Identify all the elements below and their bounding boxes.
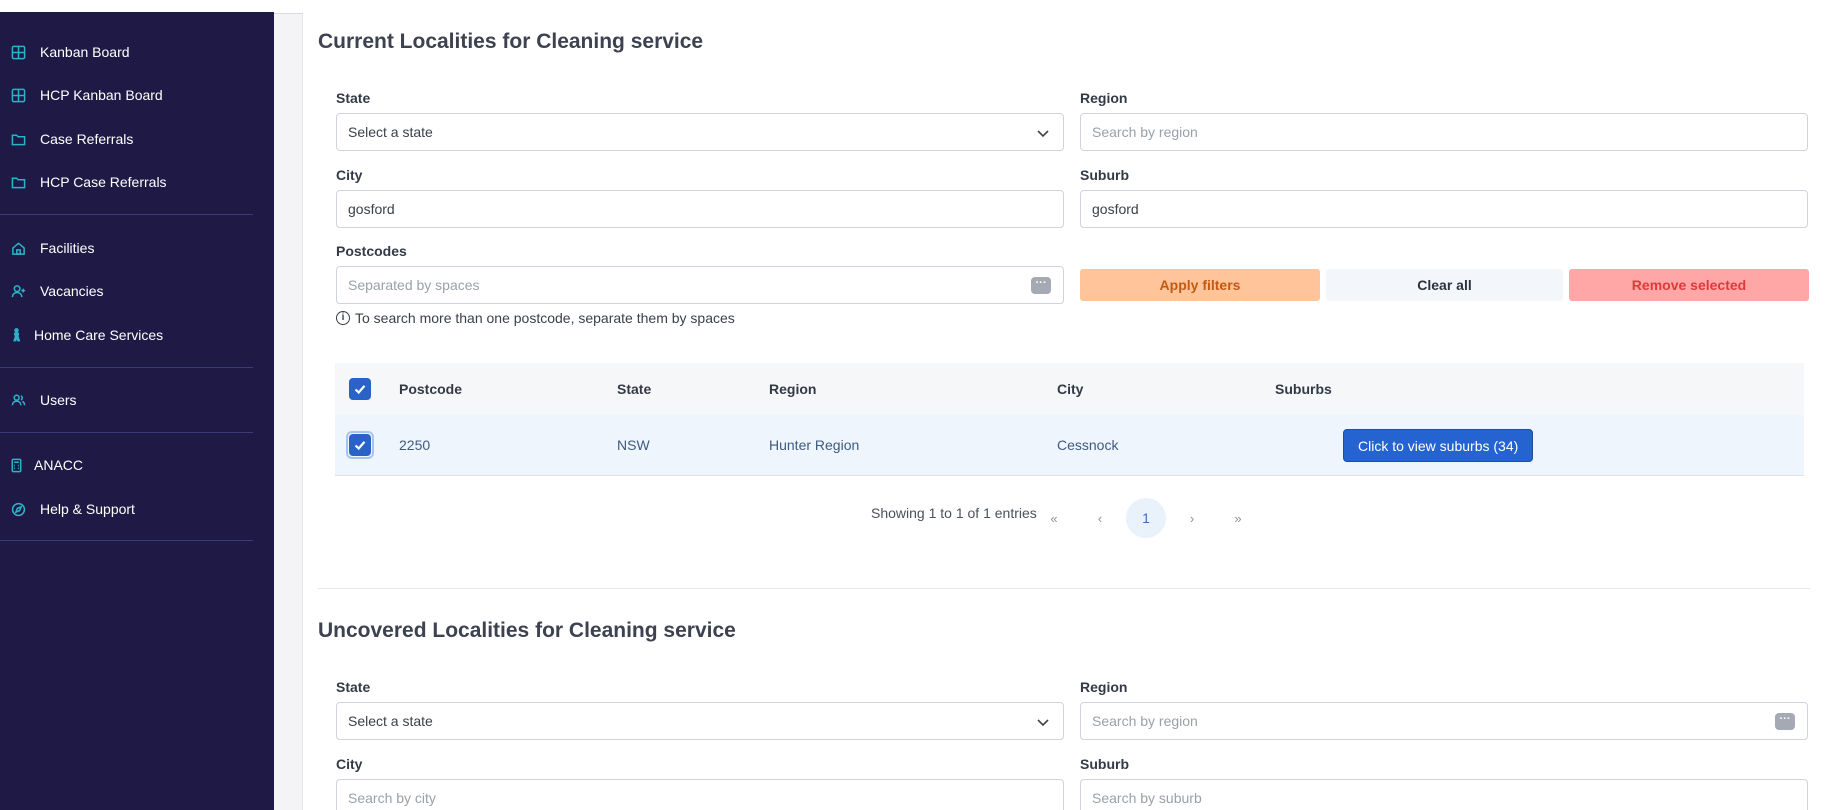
postcodes-input-wrapper: ··· <box>336 266 1064 304</box>
uncovered-section-title: Uncovered Localities for Cleaning servic… <box>318 619 736 642</box>
sidebar-divider <box>0 432 253 433</box>
last-page-button[interactable]: » <box>1218 498 1258 538</box>
sidebar-top-strip <box>0 0 274 12</box>
sidebar-item-label: Users <box>40 392 77 408</box>
main-content: Current Localities for Cleaning service … <box>274 0 1837 810</box>
sidebar-item-label: ANACC <box>34 457 84 473</box>
sidebar-item-facilities[interactable]: Facilities <box>0 230 94 266</box>
sidebar-item-vacancies[interactable]: Vacancies <box>0 273 104 309</box>
column-header-postcode[interactable]: Postcode <box>399 381 462 397</box>
row-checkbox[interactable] <box>349 434 371 456</box>
uncovered-state-select-value: Select a state <box>348 713 433 729</box>
sidebar-item-case-referrals[interactable]: Case Referrals <box>0 121 133 157</box>
cell-state: NSW <box>617 437 650 453</box>
state-select-value: Select a state <box>348 124 433 140</box>
uncovered-suburb-input[interactable] <box>1092 790 1807 806</box>
info-icon: i <box>336 311 350 325</box>
sidebar-item-label: Help & Support <box>40 501 135 517</box>
prev-page-button[interactable]: ‹ <box>1080 498 1120 538</box>
more-icon[interactable]: ··· <box>1775 713 1795 730</box>
uncovered-city-input[interactable] <box>348 790 1063 806</box>
sidebar-item-hcp-kanban-board[interactable]: HCP Kanban Board <box>0 77 163 113</box>
state-select[interactable]: Select a state <box>336 113 1064 151</box>
uncovered-state-select[interactable]: Select a state <box>336 702 1064 740</box>
more-icon[interactable]: ··· <box>1031 277 1051 294</box>
home-icon <box>10 240 26 256</box>
sidebar-item-label: Kanban Board <box>40 44 130 60</box>
user-add-icon <box>10 283 26 299</box>
sidebar-item-label: HCP Kanban Board <box>40 87 163 103</box>
suburb-input[interactable] <box>1092 201 1807 217</box>
clear-all-button[interactable]: Clear all <box>1326 269 1563 301</box>
sidebar-item-users[interactable]: Users <box>0 382 77 418</box>
city-input[interactable] <box>348 201 1063 217</box>
sidebar-divider <box>0 367 253 368</box>
grid-icon <box>10 87 26 103</box>
sidebar-item-label: Facilities <box>40 240 95 256</box>
city-label: City <box>336 167 363 183</box>
chevron-down-icon <box>1035 714 1051 730</box>
sidebar-item-label: Home Care Services <box>34 327 164 343</box>
cell-postcode: 2250 <box>399 437 431 453</box>
page-button-1[interactable]: 1 <box>1126 498 1166 538</box>
uncovered-city-input-wrapper <box>336 779 1064 810</box>
sidebar-item-hcp-case-referrals[interactable]: HCP Case Referrals <box>0 164 167 200</box>
calculator-icon <box>8 457 24 473</box>
sidebar-item-anacc[interactable]: ANACC <box>0 447 83 483</box>
suburb-label: Suburb <box>1080 167 1129 183</box>
uncovered-state-label: State <box>336 679 371 695</box>
region-input-wrapper <box>1080 113 1808 151</box>
sidebar: Kanban Board HCP Kanban Board Case Refer… <box>0 0 274 810</box>
postcodes-label: Postcodes <box>336 243 407 259</box>
uncovered-region-input-wrapper: ··· <box>1080 702 1808 740</box>
localities-panel: Current Localities for Cleaning service … <box>302 12 1837 810</box>
current-section-title: Current Localities for Cleaning service <box>318 30 704 53</box>
pagination-info: Showing 1 to 1 of 1 entries <box>871 505 1037 521</box>
chevron-down-icon <box>1035 125 1051 141</box>
postcode-hint-text: To search more than one postcode, separa… <box>355 310 735 326</box>
postcode-hint: i To search more than one postcode, sepa… <box>336 310 735 326</box>
uncovered-region-label: Region <box>1080 679 1128 695</box>
uncovered-suburb-input-wrapper <box>1080 779 1808 810</box>
sidebar-item-label: HCP Case Referrals <box>40 174 167 190</box>
table-row: 2250 NSW Hunter Region Cessnock Click to… <box>335 415 1804 476</box>
postcodes-input[interactable] <box>348 277 1063 293</box>
remove-selected-button[interactable]: Remove selected <box>1569 269 1809 301</box>
next-page-button[interactable]: › <box>1172 498 1212 538</box>
person-walking-icon <box>8 327 24 343</box>
sidebar-item-help-support[interactable]: Help & Support <box>0 491 135 527</box>
grid-icon <box>10 44 26 60</box>
column-header-suburbs[interactable]: Suburbs <box>1275 381 1332 397</box>
users-icon <box>10 392 26 408</box>
apply-filters-button[interactable]: Apply filters <box>1080 269 1320 301</box>
cell-city: Cessnock <box>1057 437 1119 453</box>
state-label: State <box>336 90 371 106</box>
section-divider <box>318 588 1810 589</box>
column-header-state[interactable]: State <box>617 381 651 397</box>
uncovered-suburb-label: Suburb <box>1080 756 1129 772</box>
sidebar-divider <box>0 214 253 215</box>
column-header-region[interactable]: Region <box>769 381 816 397</box>
folder-icon <box>10 174 26 190</box>
select-all-checkbox[interactable] <box>349 378 371 400</box>
sidebar-item-label: Vacancies <box>40 283 104 299</box>
sidebar-item-home-care-services[interactable]: Home Care Services <box>0 317 163 353</box>
uncovered-city-label: City <box>336 756 363 772</box>
city-input-wrapper <box>336 190 1064 228</box>
table-header: Postcode State Region City Suburbs <box>335 363 1804 415</box>
sidebar-item-kanban-board[interactable]: Kanban Board <box>0 34 130 70</box>
view-suburbs-button[interactable]: Click to view suburbs (34) <box>1343 429 1534 462</box>
first-page-button[interactable]: « <box>1034 498 1074 538</box>
suburb-input-wrapper <box>1080 190 1808 228</box>
sidebar-divider <box>0 540 253 541</box>
region-label: Region <box>1080 90 1128 106</box>
folder-icon <box>10 131 26 147</box>
region-input[interactable] <box>1092 124 1807 140</box>
cell-region: Hunter Region <box>769 437 860 453</box>
sidebar-item-label: Case Referrals <box>40 131 134 147</box>
compass-icon <box>10 501 26 517</box>
uncovered-region-input[interactable] <box>1092 713 1807 729</box>
column-header-city[interactable]: City <box>1057 381 1083 397</box>
